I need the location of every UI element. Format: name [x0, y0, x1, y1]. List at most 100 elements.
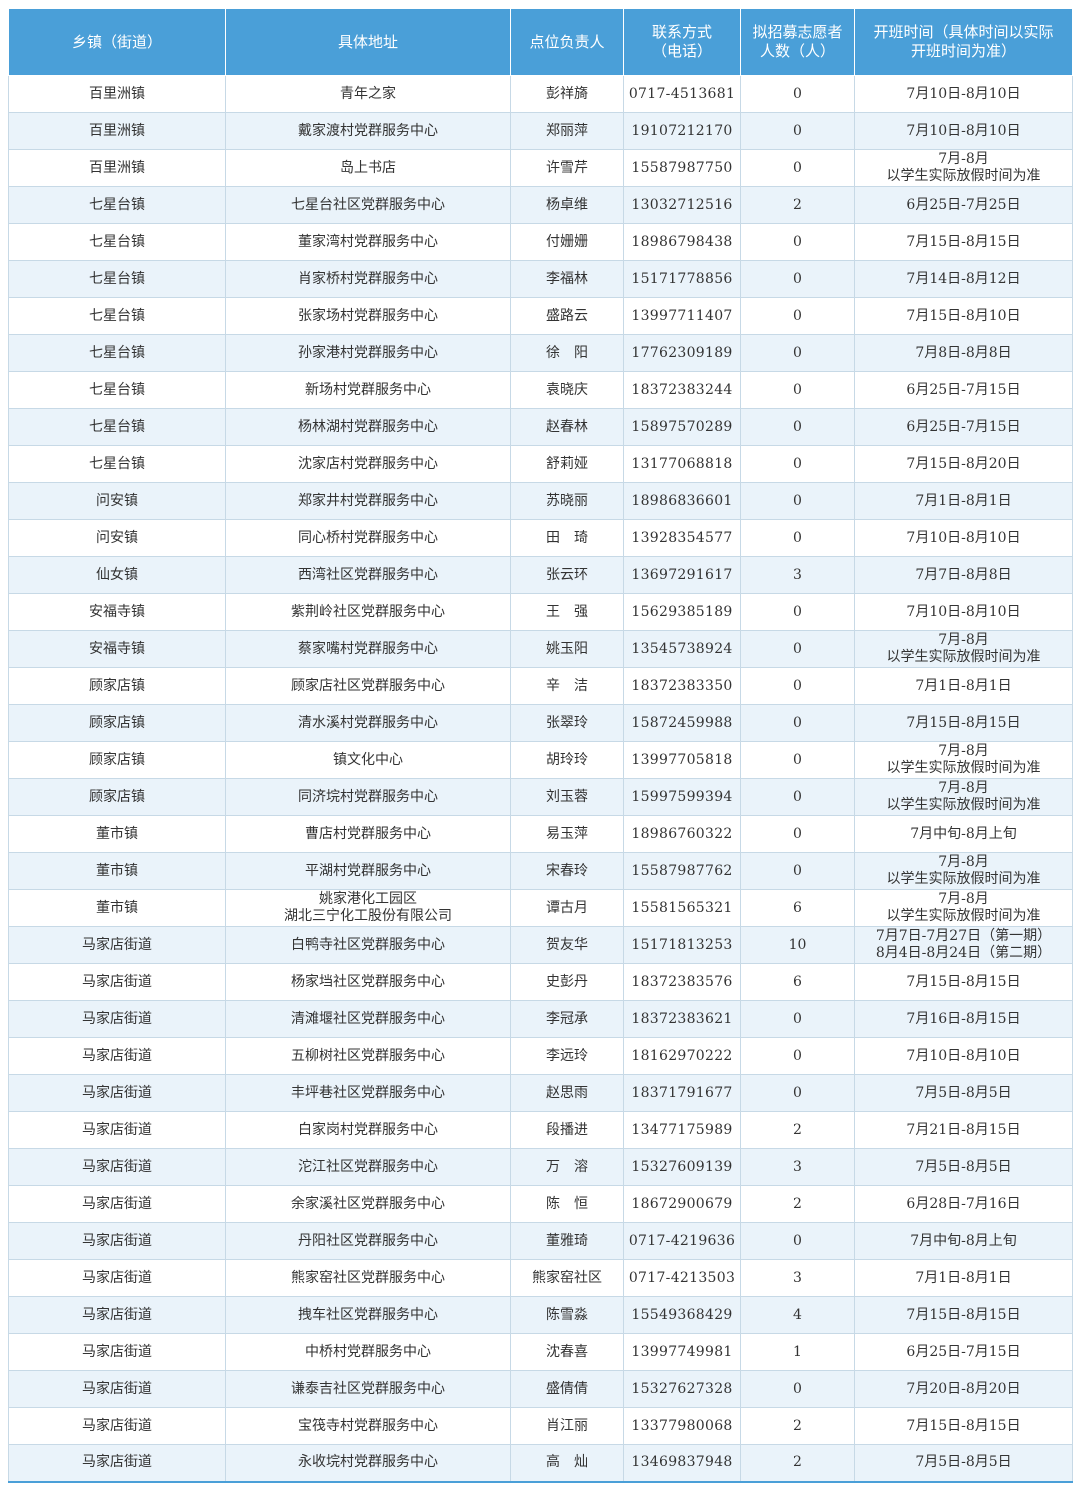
- address-cell: 清滩堰社区党群服务中心: [225, 1000, 511, 1038]
- class-time-cell: 7月10日-8月10日: [854, 112, 1073, 150]
- town-cell: 马家店街道: [8, 1000, 226, 1038]
- volunteer-count-cell: 0: [740, 1222, 855, 1260]
- class-time-cell: 7月7日-7月27日（第一期） 8月4日-8月24日（第二期）: [854, 926, 1073, 964]
- class-time-cell: 7月1日-8月1日: [854, 667, 1073, 705]
- town-cell: 百里洲镇: [8, 75, 226, 113]
- town-cell: 顾家店镇: [8, 778, 226, 816]
- volunteer-count-cell: 3: [740, 556, 855, 594]
- address-cell: 顾家店社区党群服务中心: [225, 667, 511, 705]
- town-cell: 马家店街道: [8, 1222, 226, 1260]
- town-cell: 马家店街道: [8, 1111, 226, 1149]
- class-time-cell: 6月25日-7月15日: [854, 371, 1073, 409]
- table-row: 马家店街道 五柳树社区党群服务中心 李远玲 18162970222 0 7月10日-8月1…: [8, 1037, 1073, 1075]
- address-cell: 张家场村党群服务中心: [225, 297, 511, 335]
- class-time-cell: 6月28日-7月16日: [854, 1185, 1073, 1223]
- volunteer-count-cell: 10: [740, 926, 855, 964]
- address-cell: 蔡家嘴村党群服务中心: [225, 630, 511, 668]
- volunteer-count-cell: 6: [740, 889, 855, 927]
- volunteer-count-cell: 0: [740, 778, 855, 816]
- town-cell: 七星台镇: [8, 223, 226, 261]
- table-row: 马家店街道 谦泰吉社区党群服务中心 盛倩倩 15327627328 0 7月20日-8月2…: [8, 1370, 1073, 1408]
- header-volunteer-count: 拟招募志愿者 人数（人）: [740, 8, 855, 76]
- volunteer-count-cell: 0: [740, 667, 855, 705]
- address-cell: 戴家渡村党群服务中心: [225, 112, 511, 150]
- phone-cell: 19107212170: [623, 112, 741, 150]
- contact-person-cell: 张云环: [510, 556, 624, 594]
- table-row: 七星台镇 董家湾村党群服务中心 付姗姗 18986798438 0 7月15日-8月15日: [8, 223, 1073, 261]
- volunteer-count-cell: 2: [740, 1407, 855, 1445]
- table-row: 七星台镇 杨林湖村党群服务中心 赵春林 15897570289 0 6月25日-7月15日: [8, 408, 1073, 446]
- table-row: 马家店街道 丰坪巷社区党群服务中心 赵思雨 18371791677 0 7月5日-8月5日: [8, 1074, 1073, 1112]
- volunteer-count-cell: 0: [740, 815, 855, 853]
- contact-person-cell: 李远玲: [510, 1037, 624, 1075]
- class-time-cell: 7月15日-8月10日: [854, 297, 1073, 335]
- phone-cell: 15327627328: [623, 1370, 741, 1408]
- volunteer-count-cell: 0: [740, 223, 855, 261]
- class-time-cell: 7月15日-8月15日: [854, 223, 1073, 261]
- class-time-cell: 6月25日-7月15日: [854, 1333, 1073, 1371]
- volunteer-count-cell: 0: [740, 112, 855, 150]
- table-row: 马家店街道 白家岗村党群服务中心 段播进 13477175989 2 7月21日-8月15…: [8, 1111, 1073, 1149]
- class-time-cell: 7月-8月 以学生实际放假时间为准: [854, 889, 1073, 927]
- address-cell: 杨家垱社区党群服务中心: [225, 963, 511, 1001]
- table-row: 马家店街道 拽车社区党群服务中心 陈雪淼 15549368429 4 7月15日-8月15…: [8, 1296, 1073, 1334]
- contact-person-cell: 苏晓丽: [510, 482, 624, 520]
- town-cell: 百里洲镇: [8, 112, 226, 150]
- table-row: 七星台镇 新场村党群服务中心 袁晓庆 18372383244 0 6月25日-7月15日: [8, 371, 1073, 409]
- contact-person-cell: 赵春林: [510, 408, 624, 446]
- address-cell: 郑家井村党群服务中心: [225, 482, 511, 520]
- class-time-cell: 7月中旬-8月上旬: [854, 815, 1073, 853]
- table-row: 马家店街道 余家溪社区党群服务中心陈 恒 18672900679 2 6月28日-7月1…: [8, 1185, 1073, 1223]
- class-time-cell: 7月5日-8月5日: [854, 1074, 1073, 1112]
- phone-cell: 13997705818: [623, 741, 741, 779]
- table-row: 顾家店镇 同济垸村党群服务中心 刘玉蓉 15997599394 0 7月-8月 以学生实际…: [8, 778, 1073, 816]
- address-cell: 青年之家: [225, 75, 511, 113]
- class-time-cell: 7月5日-8月5日: [854, 1444, 1073, 1483]
- address-cell: 拽车社区党群服务中心: [225, 1296, 511, 1334]
- phone-cell: 15171778856: [623, 260, 741, 298]
- phone-cell: 13477175989: [623, 1111, 741, 1149]
- phone-cell: 18672900679: [623, 1185, 741, 1223]
- contact-person-cell: 付姗姗: [510, 223, 624, 261]
- address-cell: 白家岗村党群服务中心: [225, 1111, 511, 1149]
- table-row: 马家店街道 中桥村党群服务中心 沈春喜 13997749981 1 6月25日-7月15日: [8, 1333, 1073, 1371]
- town-cell: 马家店街道: [8, 963, 226, 1001]
- contact-person-cell: 郑丽萍: [510, 112, 624, 150]
- contact-person-cell: 易玉萍: [510, 815, 624, 853]
- volunteer-count-cell: 0: [740, 1370, 855, 1408]
- header-contact-person: 点位负责人: [510, 8, 624, 76]
- table-row: 马家店街道 永收垸村党群服务中心高 灿 13469837948 2 7月5日-8月5日: [8, 1444, 1073, 1483]
- town-cell: 安福寺镇: [8, 593, 226, 631]
- phone-cell: 13997749981: [623, 1333, 741, 1371]
- town-cell: 马家店街道: [8, 1185, 226, 1223]
- contact-person-cell: 田 琦: [510, 519, 624, 557]
- header-address: 具体地址: [225, 8, 511, 76]
- phone-cell: 18372383576: [623, 963, 741, 1001]
- phone-cell: 15587987750: [623, 149, 741, 187]
- phone-cell: 13177068818: [623, 445, 741, 483]
- class-time-cell: 7月5日-8月5日: [854, 1148, 1073, 1186]
- volunteer-count-cell: 0: [740, 1074, 855, 1112]
- contact-person-cell: 徐 阳: [510, 334, 624, 372]
- address-cell: 西湾社区党群服务中心: [225, 556, 511, 594]
- volunteer-sites-table: 乡镇（街道） 具体地址 点位负责人 联系方式 （电话） 拟招募志愿者 人数（人）…: [8, 8, 1073, 1483]
- table-row: 七星台镇 沈家店村党群服务中心 舒莉娅 13177068818 0 7月15日-8月20日: [8, 445, 1073, 483]
- volunteer-count-cell: 0: [740, 593, 855, 631]
- volunteer-count-cell: 2: [740, 1444, 855, 1483]
- town-cell: 董市镇: [8, 889, 226, 927]
- volunteer-count-cell: 0: [740, 408, 855, 446]
- volunteer-count-cell: 0: [740, 741, 855, 779]
- volunteer-count-cell: 6: [740, 963, 855, 1001]
- class-time-cell: 7月15日-8月20日: [854, 445, 1073, 483]
- table-row: 顾家店镇 清水溪村党群服务中心 张翠玲 15872459988 0 7月15日-8月15日: [8, 704, 1073, 742]
- class-time-cell: 7月21日-8月15日: [854, 1111, 1073, 1149]
- phone-cell: 18371791677: [623, 1074, 741, 1112]
- town-cell: 问安镇: [8, 519, 226, 557]
- table-row: 七星台镇 七星台社区党群服务中心 杨卓维 13032712516 2 6月25日-7月25…: [8, 186, 1073, 224]
- address-cell: 宝筏寺村党群服务中心: [225, 1407, 511, 1445]
- volunteer-count-cell: 0: [740, 445, 855, 483]
- phone-cell: 15997599394: [623, 778, 741, 816]
- volunteer-count-cell: 0: [740, 75, 855, 113]
- phone-cell: 0717-4219636: [623, 1222, 741, 1260]
- contact-person-cell: 许雪芹: [510, 149, 624, 187]
